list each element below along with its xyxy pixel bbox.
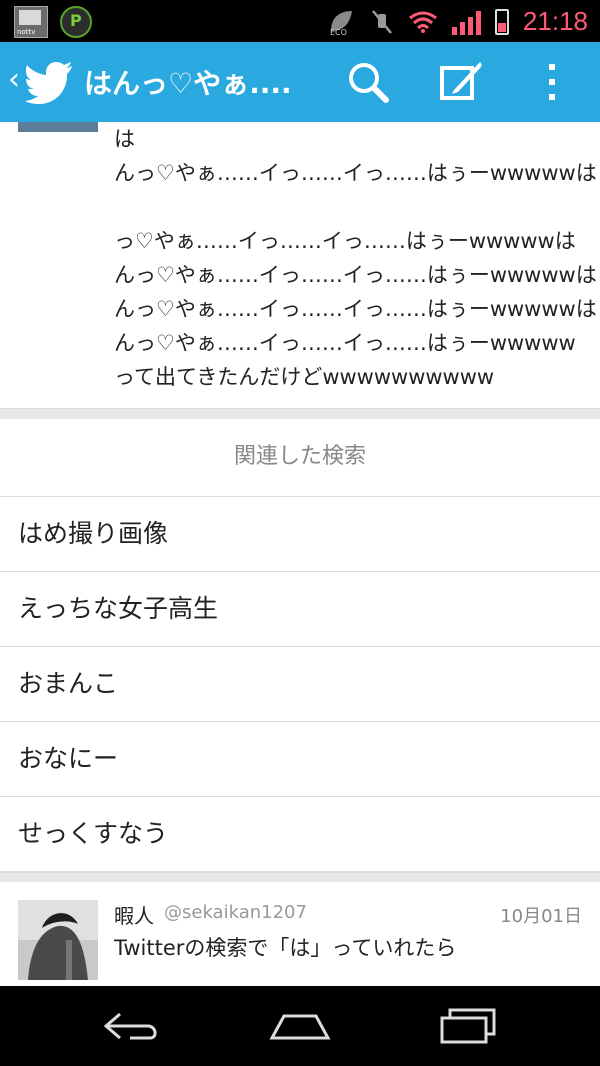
avatar[interactable] [18,122,98,132]
recent-apps-icon[interactable] [436,1004,500,1048]
battery-icon [494,8,509,35]
related-search-item[interactable]: えっちな女子高生 [0,572,600,647]
tweet-line: っ♡やぁ……イっ……イっ……はぅーwwwwwは [114,229,576,253]
tweet-body[interactable]: は んっ♡やぁ……イっ……イっ……はぅーwwwwwは っ♡やぁ……イっ……イっ…… [0,122,600,408]
related-search-item[interactable]: おなにー [0,722,600,797]
related-search-item[interactable]: せっくすなう [0,797,600,872]
tweet-line: んっ♡やぁ……イっ……イっ……はぅーwwwwwは [114,297,597,321]
overflow-menu-icon[interactable] [528,58,576,106]
search-icon[interactable] [344,58,392,106]
back-chevron-icon[interactable]: ‹ [8,64,20,96]
twitter-bird-icon[interactable] [26,60,74,104]
related-search-item[interactable]: おまんこ [0,647,600,722]
eco-icon: ECO [330,10,352,37]
tweet-line: は [114,127,135,151]
clock: 21:18 [522,6,588,36]
tweet-card[interactable]: 暇人 @sekaikan1207 10月01日 Twitterの検索で「は」って… [0,882,600,986]
wifi-icon [409,11,437,33]
tweet-line: んっ♡やぁ……イっ……イっ……はぅーwwwwwは [114,161,597,185]
related-searches-heading: 関連した検索 [0,418,600,497]
tv-app-label: nottv [17,28,36,36]
avatar[interactable] [18,900,98,980]
tweet-line: んっ♡やぁ……イっ……イっ……はぅーwwwww [114,331,576,355]
tweet-line [114,190,597,224]
action-bar: ‹ はんっ♡やぁ.... [0,42,600,122]
tweet-author-name[interactable]: 暇人 [114,900,154,929]
back-icon[interactable] [100,1004,164,1048]
tweet-text: Twitterの検索で「は」っていれたら [114,936,457,960]
p-app-icon: P [60,6,92,38]
compose-icon[interactable] [436,58,484,106]
tweet-date: 10月01日 [500,906,582,927]
tv-app-icon: nottv [14,6,48,38]
related-search-item[interactable]: はめ撮り画像 [0,497,600,572]
tweet-line: んっ♡やぁ……イっ……イっ……はぅーwwwwwは [114,263,597,287]
navigation-bar [0,986,600,1066]
tweet-author-handle[interactable]: @sekaikan1207 [164,902,307,923]
svg-text:ECO: ECO [330,28,347,37]
page-title: はんっ♡やぁ.... [84,67,292,100]
signal-icon [451,9,481,35]
home-icon[interactable] [268,1004,332,1048]
tweet-line: って出てきたんだけどwwwwwwwwww [114,365,495,389]
mute-icon [371,9,392,34]
tweet-text: は んっ♡やぁ……イっ……イっ……はぅーwwwwwは っ♡やぁ……イっ……イっ…… [114,122,597,394]
status-bar: nottv P ECO 21:18 [0,0,600,42]
related-searches: 関連した検索 はめ撮り画像 えっちな女子高生 おまんこ おなにー せっくすなう [0,418,600,872]
